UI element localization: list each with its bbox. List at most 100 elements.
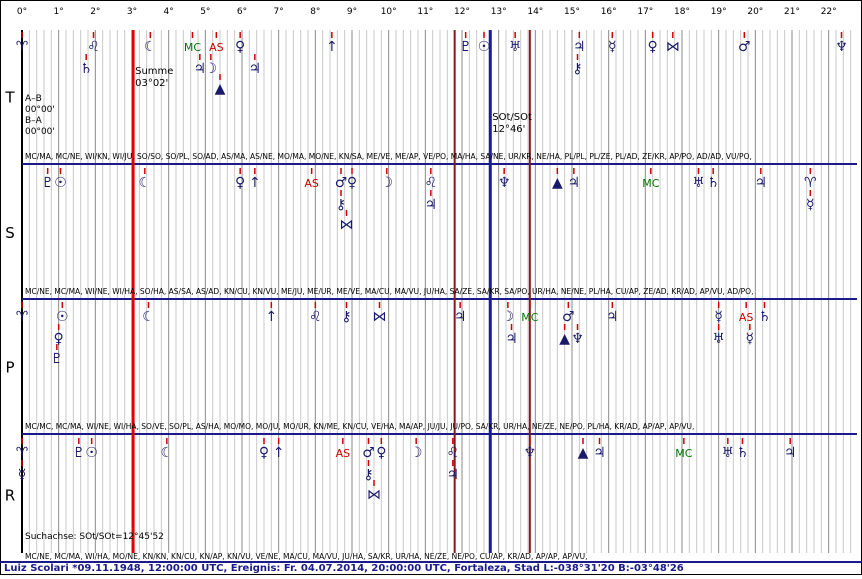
band-note: 00°00'	[25, 105, 55, 115]
footer-text: Luiz Scolari *09.11.1948, 12:00:00 UTC, …	[4, 563, 684, 574]
point-symbol: MC	[184, 41, 201, 54]
point-symbol: ☉	[85, 445, 98, 461]
point-symbol: AS	[739, 311, 754, 324]
x-tick-label: 9°	[347, 7, 357, 17]
x-tick-label: 13°	[491, 7, 507, 17]
point-symbol: ♃	[568, 175, 581, 191]
point-symbol: ♇	[51, 351, 64, 367]
point-symbol: ⚷	[341, 309, 351, 325]
point-symbol: ▲	[552, 175, 563, 191]
point-symbol: ♀	[235, 39, 245, 55]
x-tick-label: 19°	[711, 7, 727, 17]
point-symbol: ☉	[478, 39, 491, 55]
band-note: Suchachse: SOt/SOt=12°45'52	[25, 532, 164, 542]
x-tick-label: 17°	[637, 7, 653, 17]
point-symbol: ♌	[425, 175, 438, 191]
point-symbol: MC	[642, 177, 659, 190]
point-symbol: ↑	[273, 445, 285, 461]
point-symbol: ♅	[692, 175, 705, 191]
band-note: A–B	[25, 94, 42, 104]
x-tick-label: 15°	[564, 7, 580, 17]
point-symbol: MC	[521, 311, 538, 324]
point-symbol: ☾	[144, 39, 157, 55]
pair-list: MC/NE, MC/MA, WI/NE, WI/HA, SO/HA, AS/SA…	[25, 287, 753, 296]
point-symbol: ☾	[142, 309, 155, 325]
x-tick-label: 20°	[747, 7, 763, 17]
x-tick-label: 8°	[310, 7, 320, 17]
point-symbol: ♆	[571, 331, 584, 347]
pair-list: MC/MC, MC/MA, WI/NE, WI/HA, SO/VE, SO/PL…	[25, 422, 694, 431]
point-symbol: ♌	[309, 309, 322, 325]
point-symbol: ♄	[707, 175, 720, 191]
band-label: T	[4, 89, 15, 107]
astro-chart: 0° 1° 2° 3° 4° 5° 6° 7° 8° 9° 10° 11° 12° 13° 14° 15° 16…	[0, 0, 862, 575]
point-symbol: ▲	[578, 445, 589, 461]
x-tick-label: 2°	[90, 7, 100, 17]
point-symbol: ♆	[524, 445, 537, 461]
x-tick-label: 7°	[274, 7, 284, 17]
point-symbol: ♂	[335, 175, 348, 191]
point-symbol: ♈	[16, 309, 29, 325]
point-symbol: ♌	[447, 445, 460, 461]
point-symbol: ♄	[758, 309, 771, 325]
point-symbol: MC	[675, 447, 692, 460]
summe-label: Summe	[135, 66, 173, 77]
point-symbol: ♆	[835, 39, 848, 55]
point-symbol: ☿	[746, 331, 755, 347]
point-symbol: ⋈	[666, 39, 680, 55]
point-symbol: ↑	[249, 175, 261, 191]
point-symbol: ♈	[16, 39, 29, 55]
point-symbol: ↑	[326, 39, 338, 55]
point-symbol: ☿	[608, 39, 617, 55]
point-symbol: ♃	[784, 445, 797, 461]
x-tick-label: 22°	[821, 7, 837, 17]
point-symbol: ♃	[454, 309, 467, 325]
point-symbol: ☉	[56, 309, 69, 325]
point-symbol: ♌	[87, 39, 100, 55]
point-symbol: ♆	[498, 175, 511, 191]
point-symbol: ♅	[509, 39, 522, 55]
point-symbol: ☽	[205, 61, 218, 77]
x-tick-label: 5°	[200, 7, 210, 17]
point-symbol: ♃	[606, 309, 619, 325]
x-tick-label: 21°	[784, 7, 800, 17]
point-symbol: ☽	[502, 309, 515, 325]
point-symbol: ⚷	[363, 467, 373, 483]
point-symbol: ♀	[376, 445, 386, 461]
chart-svg: 0° 1° 2° 3° 4° 5° 6° 7° 8° 9° 10° 11° 12° 13° 14° 15° 16…	[0, 0, 862, 575]
band-label: R	[5, 487, 15, 505]
point-symbol: ☽	[381, 175, 394, 191]
point-symbol: ☉	[54, 175, 67, 191]
point-symbol: ♇	[41, 175, 54, 191]
point-symbol: ⚷	[336, 197, 346, 213]
x-tick-label: 1°	[54, 7, 64, 17]
sot-label: SOt/SOt	[492, 112, 532, 123]
point-symbol: ▲	[215, 81, 226, 97]
point-symbol: ♀	[235, 175, 245, 191]
point-symbol: ♃	[755, 175, 768, 191]
x-tick-label: 14°	[527, 7, 543, 17]
point-symbol: AS	[209, 41, 224, 54]
pair-list: MC/NE, MC/MA, WI/HA, MO/NE, KN/KN, KN/CU…	[25, 552, 588, 561]
point-symbol: ♃	[573, 39, 586, 55]
x-tick-label: 4°	[164, 7, 174, 17]
x-tick-label: 6°	[237, 7, 247, 17]
pair-list: MC/MA, MC/NE, WI/KN, WI/JU, SO/SO, SO/PL…	[25, 152, 752, 161]
band-note: B–A	[25, 116, 43, 126]
band-note: 00°00'	[25, 127, 55, 137]
x-tick-label: 11°	[417, 7, 433, 17]
point-symbol: ♅	[722, 445, 735, 461]
point-symbol: ♇	[459, 39, 472, 55]
point-symbol: ♈	[16, 445, 29, 461]
point-symbol: ☿	[18, 467, 27, 483]
point-symbol: ♀	[54, 331, 64, 347]
summe-value: 03°02'	[135, 78, 168, 89]
point-symbol: ♇	[73, 445, 86, 461]
point-symbol: ♃	[249, 61, 262, 77]
point-symbol: ▲	[559, 331, 570, 347]
point-symbol: ☽	[410, 445, 423, 461]
point-symbol: ♅	[712, 331, 725, 347]
x-tick-label: 18°	[674, 7, 690, 17]
point-symbol: ♄	[736, 445, 749, 461]
x-tick-label: 0°	[17, 7, 27, 17]
